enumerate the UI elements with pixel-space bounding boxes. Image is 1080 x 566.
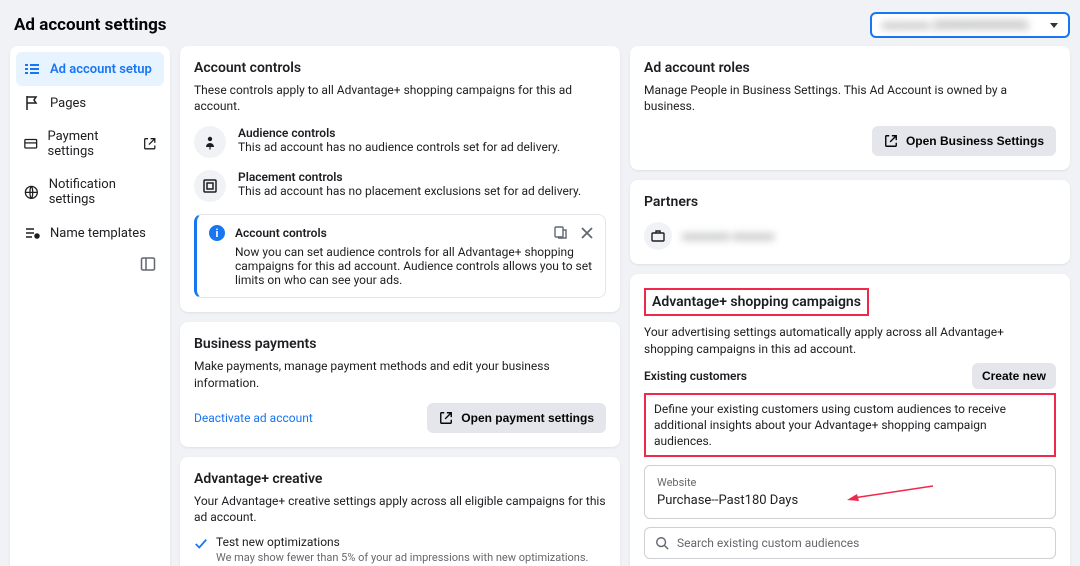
info-icon: i — [209, 225, 225, 241]
audience-controls-row[interactable]: Audience controls This ad account has no… — [194, 126, 606, 158]
tour-icon[interactable] — [553, 225, 569, 241]
external-link-icon — [439, 411, 453, 425]
account-controls-desc: These controls apply to all Advantage+ s… — [194, 82, 606, 114]
placement-icon — [194, 170, 226, 202]
audience-pill[interactable]: Website Purchase--Past180 Days — [644, 465, 1056, 519]
advantage-shopping-title: Advantage+ shopping campaigns — [652, 294, 861, 310]
placement-controls-title: Placement controls — [238, 170, 581, 184]
open-business-settings-label: Open Business Settings — [906, 134, 1044, 148]
open-payment-settings-button[interactable]: Open payment settings — [427, 403, 606, 433]
close-icon[interactable] — [579, 225, 595, 241]
placement-controls-desc: This ad account has no placement exclusi… — [238, 184, 581, 198]
partners-card: Partners xxxxxxxx xxxxxxx — [630, 180, 1070, 264]
placement-controls-row[interactable]: Placement controls This ad account has n… — [194, 170, 606, 202]
audience-controls-title: Audience controls — [238, 126, 560, 140]
test-optimizations-hint: We may show fewer than 5% of your ad imp… — [216, 551, 600, 566]
sidebar-item-payment-settings[interactable]: Payment settings — [16, 120, 164, 168]
sidebar-item-ad-account-setup[interactable]: Ad account setup — [16, 52, 164, 86]
search-icon — [655, 536, 669, 550]
existing-customers-desc: Define your existing customers using cus… — [654, 401, 1046, 450]
sidebar-item-label: Name templates — [50, 226, 146, 241]
existing-customers-title: Existing customers — [644, 369, 747, 383]
create-new-button[interactable]: Create new — [972, 363, 1056, 389]
advantage-creative-desc: Your Advantage+ creative settings apply … — [194, 493, 606, 525]
page-title: Ad account settings — [14, 15, 167, 35]
sidebar-item-label: Payment settings — [48, 129, 133, 159]
sidebar-item-label: Ad account setup — [50, 62, 152, 77]
flag-icon — [24, 95, 40, 111]
account-selector-value: xxxxxxxx (0000000000000) — [882, 18, 1029, 32]
collapse-sidebar-icon[interactable] — [140, 256, 156, 272]
business-payments-desc: Make payments, manage payment methods an… — [194, 358, 606, 390]
template-icon — [24, 225, 40, 241]
checkmark-icon[interactable] — [194, 537, 208, 551]
external-link-icon — [143, 136, 157, 152]
briefcase-icon — [644, 222, 672, 250]
partners-title: Partners — [644, 194, 1056, 210]
account-controls-info-box: i Account controls Now you can set audie… — [194, 214, 606, 298]
ad-account-roles-card: Ad account roles Manage People in Busine… — [630, 46, 1070, 170]
advantage-shopping-desc: Your advertising settings automatically … — [644, 324, 1056, 356]
account-controls-card: Account controls These controls apply to… — [180, 46, 620, 312]
external-link-icon — [884, 134, 898, 148]
globe-icon — [24, 184, 39, 200]
sidebar-item-notification-settings[interactable]: Notification settings — [16, 168, 164, 216]
audience-controls-desc: This ad account has no audience controls… — [238, 140, 560, 154]
advantage-creative-card: Advantage+ creative Your Advantage+ crea… — [180, 457, 620, 566]
sidebar-item-pages[interactable]: Pages — [16, 86, 164, 120]
ad-account-roles-title: Ad account roles — [644, 60, 1056, 76]
account-controls-title: Account controls — [194, 60, 606, 76]
partner-name: xxxxxxxx xxxxxxx — [682, 229, 774, 243]
annotation-arrow-icon — [845, 484, 935, 504]
business-payments-title: Business payments — [194, 336, 606, 352]
list-icon — [24, 61, 40, 77]
account-selector[interactable]: xxxxxxxx (0000000000000) — [870, 12, 1070, 38]
advantage-creative-title: Advantage+ creative — [194, 471, 606, 487]
open-payment-settings-label: Open payment settings — [461, 411, 594, 425]
open-business-settings-button[interactable]: Open Business Settings — [872, 126, 1056, 156]
sidebar-item-label: Pages — [50, 96, 86, 111]
sidebar-item-label: Notification settings — [49, 177, 156, 207]
info-box-title: Account controls — [235, 226, 327, 240]
audience-icon — [194, 126, 226, 158]
business-payments-card: Business payments Make payments, manage … — [180, 322, 620, 446]
card-icon — [24, 136, 38, 152]
info-box-body: Now you can set audience controls for al… — [209, 245, 593, 287]
test-optimizations-label: Test new optimizations — [216, 535, 606, 549]
deactivate-ad-account-link[interactable]: Deactivate ad account — [194, 411, 313, 425]
search-audiences-input[interactable]: Search existing custom audiences — [644, 527, 1056, 559]
sidebar-item-name-templates[interactable]: Name templates — [16, 216, 164, 250]
chevron-down-icon — [1050, 23, 1058, 28]
ad-account-roles-desc: Manage People in Business Settings. This… — [644, 82, 1056, 114]
search-placeholder: Search existing custom audiences — [677, 536, 859, 550]
advantage-shopping-card: Advantage+ shopping campaigns Your adver… — [630, 274, 1070, 566]
